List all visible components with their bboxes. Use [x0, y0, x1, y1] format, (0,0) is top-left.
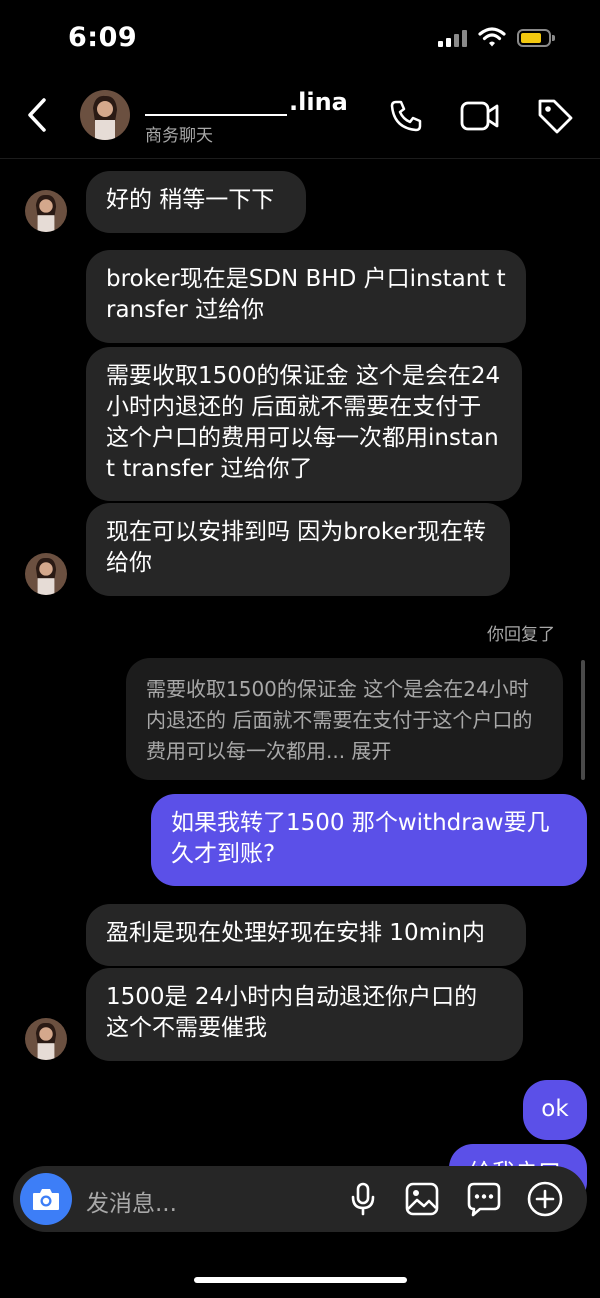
tag-button[interactable]: [535, 96, 575, 136]
reply-label: 你回复了: [487, 625, 555, 645]
home-indicator[interactable]: [194, 1277, 407, 1283]
microphone-icon: [351, 1182, 375, 1216]
redacted-name: [145, 92, 287, 116]
replied-message-quote[interactable]: 需要收取1500的保证金 这个是会在24小时内退还的 后面就不需要在支付于这个户…: [126, 658, 563, 780]
incoming-message[interactable]: 1500是 24小时内自动退还你户口的 这个不需要催我: [86, 968, 523, 1061]
chat-type-label: 商务聊天: [145, 126, 213, 146]
incoming-message[interactable]: 好的 稍等一下下: [86, 171, 306, 233]
incoming-message[interactable]: 需要收取1500的保证金 这个是会在24小时内退还的 后面就不需要在支付于这个户…: [86, 347, 522, 501]
video-camera-icon: [460, 101, 499, 131]
header-divider: [0, 158, 600, 159]
call-button[interactable]: [386, 96, 426, 136]
scrollbar[interactable]: [581, 660, 585, 780]
wifi-icon: [478, 26, 506, 52]
chat-bubble-icon: [467, 1182, 501, 1217]
phone-icon: [390, 100, 422, 132]
battery-icon: [517, 29, 555, 47]
contact-avatar[interactable]: [80, 90, 130, 140]
video-call-button[interactable]: [460, 96, 500, 136]
sender-avatar[interactable]: [25, 1018, 67, 1060]
sender-avatar[interactable]: [25, 553, 67, 595]
cellular-signal-icon: [438, 30, 467, 47]
sender-avatar[interactable]: [25, 190, 67, 232]
back-button[interactable]: [22, 96, 52, 138]
outgoing-message[interactable]: 如果我转了1500 那个withdraw要几久才到账?: [151, 794, 587, 886]
sticker-button[interactable]: [465, 1180, 503, 1218]
message-input[interactable]: 发消息...: [86, 1184, 177, 1218]
image-icon: [405, 1182, 439, 1216]
camera-button[interactable]: [20, 1173, 72, 1225]
contact-name-text: .lina: [289, 88, 348, 116]
contact-name[interactable]: .lina: [145, 88, 348, 116]
camera-icon: [33, 1189, 59, 1210]
status-time: 6:09: [68, 22, 138, 53]
voice-message-button[interactable]: [344, 1180, 382, 1218]
incoming-message[interactable]: 现在可以安排到吗 因为broker现在转给你: [86, 503, 510, 596]
gallery-button[interactable]: [403, 1180, 441, 1218]
incoming-message[interactable]: broker现在是SDN BHD 户口instant transfer 过给你: [86, 250, 526, 343]
tag-icon: [538, 99, 573, 134]
add-button[interactable]: [526, 1180, 564, 1218]
incoming-message[interactable]: 盈利是现在处理好现在安排 10min内: [86, 904, 526, 966]
plus-circle-icon: [527, 1181, 563, 1217]
outgoing-message[interactable]: ok: [523, 1080, 587, 1140]
chevron-left-icon: [28, 98, 46, 132]
